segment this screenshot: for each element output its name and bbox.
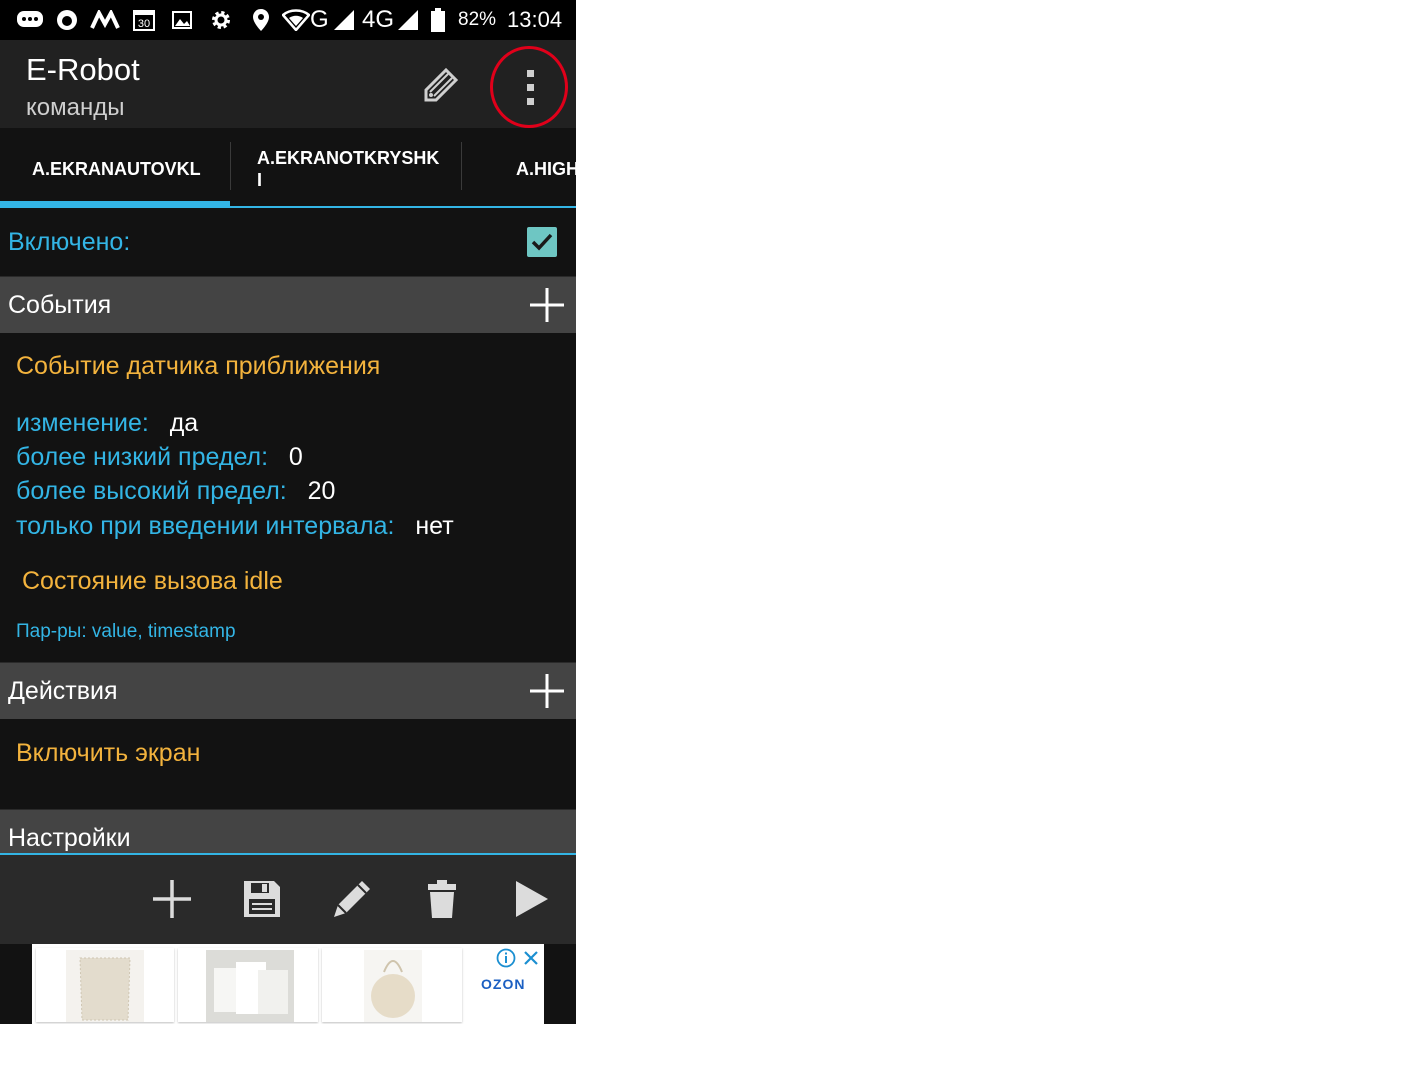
enabled-checkbox[interactable]	[527, 227, 557, 257]
add-event-icon[interactable]	[528, 286, 566, 324]
param-name: изменение:	[16, 409, 149, 437]
bottom-toolbar	[0, 853, 576, 944]
network-type-g: G	[310, 6, 329, 33]
param-value: 0	[288, 443, 303, 471]
circle-notification-icon	[54, 8, 80, 32]
param-row: более высокий предел: 20	[16, 477, 335, 506]
actions-header-label: Действия	[8, 677, 118, 705]
battery-percent: 82%	[458, 9, 497, 30]
ad-product-card[interactable]	[36, 948, 174, 1022]
svg-text:30: 30	[138, 18, 150, 30]
tab-selected-indicator	[0, 201, 230, 206]
tab-ekranautovkl[interactable]: A.EKRANAUTOVKL	[0, 128, 230, 206]
network-type-4g: 4G	[362, 6, 395, 33]
info-icon[interactable]	[496, 948, 516, 968]
edit-icon[interactable]	[330, 877, 374, 921]
add-action-icon[interactable]	[528, 672, 566, 710]
param-value: да	[169, 409, 199, 437]
enabled-row: Включено:	[0, 208, 576, 276]
settings-header[interactable]: Настройки	[0, 809, 576, 856]
save-icon[interactable]	[240, 877, 284, 921]
m-logo-icon	[90, 8, 120, 32]
param-row: изменение: да	[16, 409, 198, 438]
app-subtitle: команды	[26, 94, 125, 121]
tab-label-line2: I	[257, 170, 263, 190]
phone-screen: 30 G 4G 82% 13:04 E-Robot команды A.EKRA…	[0, 0, 576, 1024]
tab-high[interactable]: A.HIGH	[462, 128, 576, 206]
add-icon[interactable]	[150, 877, 194, 921]
action-item[interactable]: Включить экран	[16, 739, 200, 768]
param-row: только при введении интервала: нет	[16, 512, 454, 541]
enabled-label: Включено:	[8, 228, 131, 256]
gear-icon	[208, 8, 234, 32]
app-title: E-Robot	[26, 52, 140, 87]
close-icon[interactable]	[521, 948, 541, 968]
tab-label: A.HIGH	[516, 159, 576, 179]
settings-header-label: Настройки	[8, 824, 131, 852]
calendar-icon: 30	[131, 8, 157, 32]
edit-tag-icon[interactable]	[420, 66, 460, 106]
param-row: более низкий предел: 0	[16, 443, 303, 472]
chat-icon	[16, 8, 44, 32]
battery-icon	[428, 8, 448, 32]
ad-brand-logo: OZON	[481, 976, 526, 992]
app-bar: E-Robot команды	[0, 40, 576, 128]
signal-icon	[332, 8, 356, 32]
ad-product-card[interactable]	[178, 948, 318, 1022]
events-header: События	[0, 276, 576, 333]
events-header-label: События	[8, 291, 112, 319]
check-icon	[531, 233, 553, 251]
status-bar: 30 G 4G 82% 13:04	[0, 0, 576, 40]
param-name: только при введении интервала:	[16, 512, 395, 540]
wifi-icon	[282, 8, 310, 32]
image-icon	[170, 8, 194, 32]
event-title[interactable]: Событие датчика приближения	[16, 352, 380, 381]
signal-icon	[396, 8, 420, 32]
param-value: 20	[307, 477, 336, 505]
actions-header: Действия	[0, 662, 576, 719]
ad-product-card[interactable]	[322, 948, 462, 1022]
param-name: более высокий предел:	[16, 477, 287, 505]
location-icon	[250, 8, 272, 32]
event-condition[interactable]: Состояние вызова idle	[22, 567, 283, 596]
ad-banner[interactable]: OZON	[32, 944, 544, 1024]
tab-label: A.EKRANAUTOVKL	[32, 159, 201, 179]
trash-icon[interactable]	[420, 877, 464, 921]
product-image	[364, 950, 422, 1022]
tab-label: A.EKRANOTKRYSHK	[257, 148, 440, 168]
param-name: более низкий предел:	[16, 443, 269, 471]
event-parameters: Пар-ры: value, timestamp	[16, 621, 236, 642]
tab-bar: A.EKRANAUTOVKL A.EKRANOTKRYSHK I A.HIGH	[0, 128, 576, 208]
product-image	[66, 950, 144, 1022]
overflow-menu-icon[interactable]	[510, 66, 550, 110]
product-image	[206, 950, 294, 1022]
play-icon[interactable]	[510, 877, 554, 921]
tab-ekranotkryshki[interactable]: A.EKRANOTKRYSHK I	[231, 128, 461, 206]
clock: 13:04	[507, 7, 563, 32]
param-value: нет	[415, 512, 454, 540]
